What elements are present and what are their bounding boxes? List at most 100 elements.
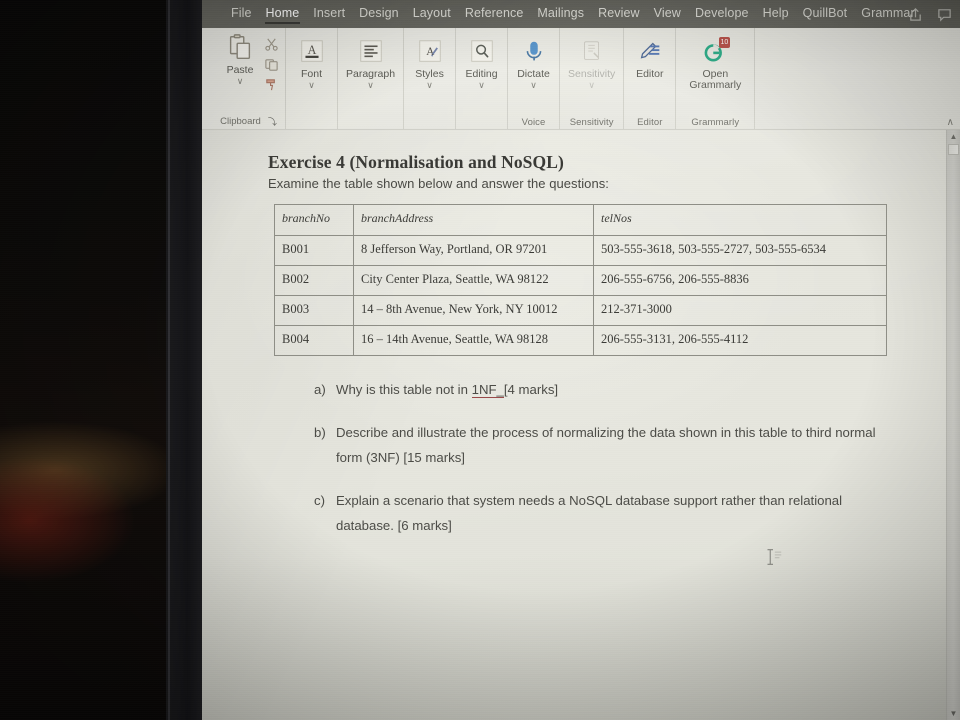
question-marker: a) xyxy=(314,382,326,397)
cell-telnos: 503-555-3618, 503-555-2727, 503-555-6534 xyxy=(593,235,887,266)
collapse-ribbon-chevron-icon[interactable]: ∧ xyxy=(947,117,954,128)
open-grammarly-button[interactable]: 10 Open Grammarly xyxy=(684,32,746,91)
editor-group-label: Editor xyxy=(637,117,663,128)
tab-help[interactable]: Help xyxy=(756,3,796,25)
scissors-icon[interactable] xyxy=(264,37,279,52)
titlebar-icon-group xyxy=(908,0,952,28)
cell-branchno: B001 xyxy=(274,235,354,266)
cell-branchno: B004 xyxy=(274,325,354,356)
ribbon: Paste ∨ Clipboard ⤵ A Font ∨ Paragraph ∨… xyxy=(202,28,960,130)
tab-view[interactable]: View xyxy=(647,3,688,25)
scrollbar-up-arrow-icon[interactable]: ▲ xyxy=(947,130,960,143)
sensitivity-chevron-down-icon[interactable]: ∨ xyxy=(588,81,595,90)
styles-button[interactable]: A Styles ∨ xyxy=(412,32,447,90)
paste-button[interactable]: Paste ∨ xyxy=(218,32,262,86)
open-grammarly-button-label: Open Grammarly xyxy=(689,68,742,91)
clipboard-group-label: Clipboard xyxy=(220,116,261,127)
question-marker: b) xyxy=(314,425,326,440)
ribbon-group-paragraph: Paragraph ∨ xyxy=(338,28,405,130)
ribbon-tab-strip: File Home Insert Design Layout Referencе… xyxy=(202,0,960,28)
ribbon-group-editor: Editor Editor xyxy=(624,28,677,130)
column-header-branchno: branchNo xyxy=(274,204,354,236)
tab-mailings[interactable]: Mailings xyxy=(530,3,591,25)
document-canvas[interactable]: Exercise 4 (Normalisation and NoSQL) Exa… xyxy=(202,130,960,720)
editing-chevron-down-icon[interactable]: ∨ xyxy=(478,81,485,90)
table-row: B002 City Center Plaza, Seattle, WA 9812… xyxy=(274,265,887,296)
tab-developer[interactable]: Develope xyxy=(688,3,756,25)
sensitivity-button-label: Sensitivity xyxy=(568,68,616,80)
tab-quillbot[interactable]: QuillBot xyxy=(796,3,855,25)
editor-pen-icon xyxy=(636,36,664,68)
cell-branchaddress: 16 – 14th Avenue, Seattle, WA 98128 xyxy=(353,325,594,356)
column-header-branchaddress: branchAddress xyxy=(353,204,594,236)
paste-chevron-down-icon[interactable]: ∨ xyxy=(237,77,244,86)
tab-references[interactable]: Referencе xyxy=(458,3,531,25)
ribbon-group-grammarly: 10 Open Grammarly Grammarly xyxy=(676,28,756,130)
paragraph-chevron-down-icon[interactable]: ∨ xyxy=(367,81,374,90)
paragraph-icon xyxy=(357,36,385,68)
editor-button[interactable]: Editor xyxy=(632,32,667,80)
page-subtitle: Examine the table shown below and answer… xyxy=(268,176,609,191)
dictate-chevron-down-icon[interactable]: ∨ xyxy=(530,81,537,90)
question-text: Describe and illustrate the process of n… xyxy=(336,425,876,465)
monitor-bezel-seam xyxy=(168,0,170,720)
paragraph-button-label: Paragraph xyxy=(346,68,396,80)
font-button[interactable]: A Font ∨ xyxy=(294,32,329,90)
tab-insert[interactable]: Insert xyxy=(306,3,352,25)
comments-icon[interactable] xyxy=(937,7,952,22)
document-page[interactable]: Exercise 4 (Normalisation and NoSQL) Exa… xyxy=(202,130,946,720)
ribbon-group-styles: A Styles ∨ xyxy=(404,28,457,130)
sensitivity-button[interactable]: Sensitivity ∨ xyxy=(568,32,616,90)
cell-telnos: 206-555-3131, 206-555-4112 xyxy=(593,325,887,356)
cell-branchaddress: 14 – 8th Avenue, New York, NY 10012 xyxy=(353,295,594,326)
ribbon-group-font: A Font ∨ xyxy=(286,28,338,130)
question-text: Why is this table not in 1NF_[4 marks] xyxy=(336,377,889,402)
voice-group-label: Voice xyxy=(521,117,546,128)
editing-button[interactable]: Editing ∨ xyxy=(464,32,499,90)
ribbon-group-sensitivity: Sensitivity ∨ Sensitivity xyxy=(560,28,625,130)
table-row: B001 8 Jefferson Way, Portland, OR 97201… xyxy=(274,235,887,266)
copy-icon[interactable] xyxy=(264,57,279,72)
dictate-button-label: Dictate xyxy=(517,68,550,80)
format-painter-icon[interactable] xyxy=(264,77,279,92)
clipboard-dialog-launcher-icon[interactable]: ⤵ xyxy=(268,115,277,128)
spellcheck-flagged-text[interactable]: 1NF_ xyxy=(471,382,504,398)
styles-chevron-down-icon[interactable]: ∨ xyxy=(426,81,433,90)
tab-layout[interactable]: Layout xyxy=(406,3,458,25)
share-icon[interactable] xyxy=(908,7,923,22)
tab-file[interactable]: File xyxy=(224,3,259,25)
tab-review[interactable]: Review xyxy=(591,3,647,25)
question-text-part: Why is this table not in xyxy=(336,382,472,397)
paste-button-label: Paste xyxy=(226,64,254,76)
tab-home[interactable]: Home xyxy=(259,3,307,25)
photo-scene: File Home Insert Design Layout Referencе… xyxy=(0,0,960,720)
scrollbar-down-arrow-icon[interactable]: ▼ xyxy=(947,707,960,720)
cell-branchno: B003 xyxy=(274,295,354,326)
styles-icon: A xyxy=(416,36,444,68)
question-item-c: c) Explain a scenario that system needs … xyxy=(314,488,889,538)
font-icon: A xyxy=(298,36,326,68)
question-list: a) Why is this table not in 1NF_[4 marks… xyxy=(314,377,889,538)
scrollbar-thumb[interactable] xyxy=(948,144,959,155)
dictate-button[interactable]: Dictate ∨ xyxy=(516,32,551,90)
styles-button-label: Styles xyxy=(415,68,444,80)
column-header-telnos: telNos xyxy=(593,204,887,236)
paste-icon xyxy=(225,32,255,64)
font-chevron-down-icon[interactable]: ∨ xyxy=(308,81,315,90)
svg-text:A: A xyxy=(426,46,434,58)
grammarly-icon: 10 xyxy=(702,36,731,68)
clipboard-group-footer: Clipboard ⤵ xyxy=(212,115,285,128)
ribbon-group-voice: Dictate ∨ Voice xyxy=(508,28,561,130)
text-cursor-ibeam-icon xyxy=(762,546,784,568)
tab-design[interactable]: Design xyxy=(352,3,406,25)
question-text: Explain a scenario that system needs a N… xyxy=(336,493,843,533)
table-row: B004 16 – 14th Avenue, Seattle, WA 98128… xyxy=(274,325,887,356)
editor-button-label: Editor xyxy=(636,68,664,80)
cell-telnos: 212-371-3000 xyxy=(593,295,887,326)
vertical-scrollbar[interactable]: ▲ ▼ xyxy=(946,130,960,720)
monitor-bezel xyxy=(166,0,202,720)
svg-text:A: A xyxy=(307,43,316,57)
editing-button-label: Editing xyxy=(465,68,498,80)
cell-branchaddress: 8 Jefferson Way, Portland, OR 97201 xyxy=(353,235,594,266)
paragraph-button[interactable]: Paragraph ∨ xyxy=(346,32,396,90)
